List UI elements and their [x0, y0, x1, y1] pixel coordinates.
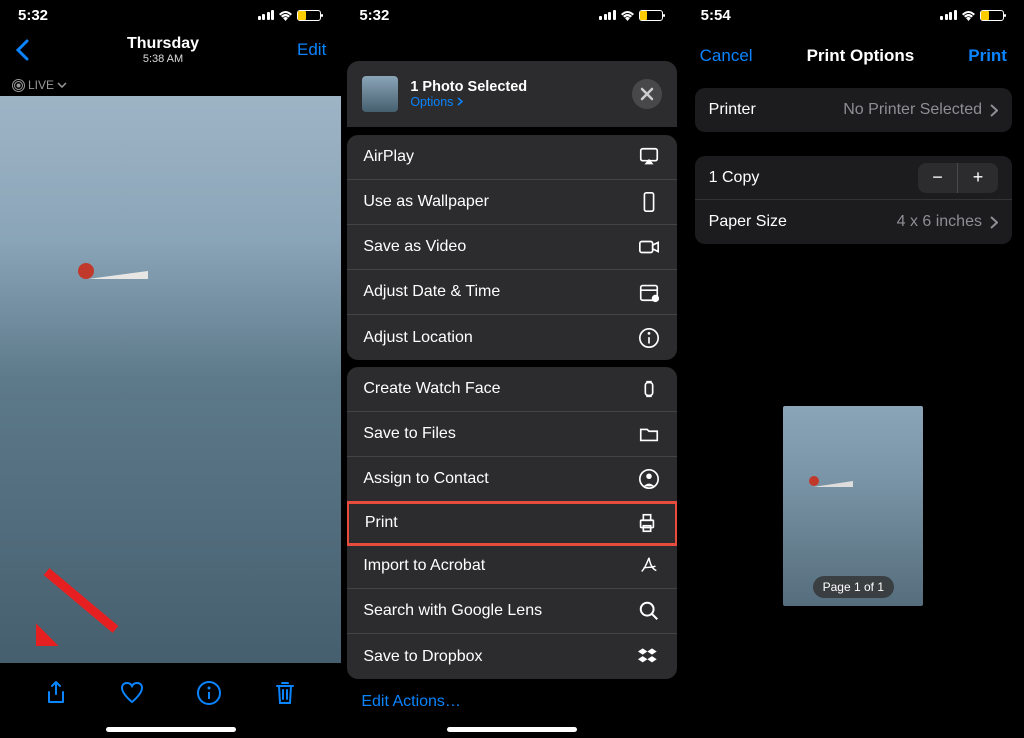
video-icon	[637, 236, 661, 258]
printer-card: Printer No Printer Selected	[695, 88, 1012, 132]
chevron-right-icon	[457, 97, 463, 106]
photos-detail-panel: 5:32 Thursday 5:38 AM Edit LIVE	[0, 0, 341, 738]
nav-bar: Cancel Print Options Print	[683, 32, 1024, 80]
share-actions-group-1: AirPlayUse as WallpaperSave as VideoAdju…	[347, 135, 676, 360]
nav-timestamp: 5:38 AM	[127, 53, 199, 65]
print-icon	[635, 512, 659, 534]
action-row-print[interactable]: Print	[347, 501, 676, 546]
increment-button[interactable]: +	[958, 163, 998, 193]
print-preview[interactable]: Page 1 of 1	[683, 274, 1024, 738]
dropbox-icon	[637, 646, 661, 668]
paper-size-row[interactable]: Paper Size 4 x 6 inches	[695, 200, 1012, 244]
battery-icon	[297, 10, 321, 21]
bottom-toolbar	[0, 663, 341, 723]
print-options-panel: 5:54 Cancel Print Options Print Printer …	[683, 0, 1024, 738]
status-time: 5:54	[701, 7, 731, 24]
edit-actions-link[interactable]: Edit Actions…	[341, 679, 682, 725]
share-title: 1 Photo Selected	[410, 79, 527, 95]
close-button[interactable]	[632, 79, 662, 109]
action-row-import-to-acrobat[interactable]: Import to Acrobat	[347, 544, 676, 589]
airplay-icon	[637, 146, 661, 168]
action-row-airplay[interactable]: AirPlay	[347, 135, 676, 180]
battery-icon	[980, 10, 1004, 21]
action-row-adjust-location[interactable]: Adjust Location	[347, 315, 676, 360]
acrobat-icon	[637, 555, 661, 577]
chevron-right-icon	[990, 104, 998, 117]
chevron-down-icon	[57, 82, 67, 88]
wifi-icon	[961, 10, 976, 21]
home-indicator[interactable]	[106, 727, 236, 732]
contact-icon	[637, 468, 661, 490]
share-icon[interactable]	[43, 680, 69, 706]
cancel-button[interactable]: Cancel	[700, 46, 753, 66]
page-indicator: Page 1 of 1	[813, 576, 894, 598]
live-icon	[12, 79, 25, 92]
action-row-save-to-files[interactable]: Save to Files	[347, 412, 676, 457]
action-row-adjust-date-time[interactable]: Adjust Date & Time	[347, 270, 676, 315]
action-row-use-as-wallpaper[interactable]: Use as Wallpaper	[347, 180, 676, 225]
chevron-right-icon	[990, 216, 998, 229]
close-icon	[640, 87, 654, 101]
battery-icon	[639, 10, 663, 21]
nav-bar: Thursday 5:38 AM Edit	[0, 26, 341, 74]
live-badge[interactable]: LIVE	[0, 74, 341, 96]
action-row-save-to-dropbox[interactable]: Save to Dropbox	[347, 634, 676, 679]
printer-row[interactable]: Printer No Printer Selected	[695, 88, 1012, 132]
phone-icon	[637, 191, 661, 213]
settings-card: 1 Copy − + Paper Size 4 x 6 inches	[695, 156, 1012, 244]
share-actions-group-2: Create Watch FaceSave to FilesAssign to …	[347, 367, 676, 679]
cell-signal-icon	[599, 10, 616, 20]
action-row-assign-to-contact[interactable]: Assign to Contact	[347, 457, 676, 502]
trash-icon[interactable]	[272, 680, 298, 706]
share-options-link[interactable]: Options	[410, 95, 527, 109]
edit-button[interactable]: Edit	[297, 40, 326, 60]
heart-icon[interactable]	[119, 680, 145, 706]
back-button[interactable]	[15, 39, 29, 61]
calendar-icon	[637, 281, 661, 303]
status-time: 5:32	[18, 7, 48, 24]
home-indicator[interactable]	[447, 727, 577, 732]
status-bar: 5:54	[683, 4, 1024, 26]
cell-signal-icon	[940, 10, 957, 20]
status-bar: 5:32	[0, 4, 341, 26]
print-button[interactable]: Print	[968, 46, 1007, 66]
status-bar: 5:32	[341, 4, 682, 26]
wifi-icon	[278, 10, 293, 21]
nav-day: Thursday	[127, 35, 199, 53]
info-icon	[637, 327, 661, 349]
folder-icon	[637, 423, 661, 445]
share-header: 1 Photo Selected Options	[347, 61, 676, 127]
status-time: 5:32	[359, 7, 389, 24]
action-row-create-watch-face[interactable]: Create Watch Face	[347, 367, 676, 412]
copies-stepper: − +	[918, 163, 998, 193]
search-icon	[637, 600, 661, 622]
page-title: Print Options	[807, 46, 915, 66]
info-icon[interactable]	[196, 680, 222, 706]
copies-row: 1 Copy − +	[695, 156, 1012, 200]
watch-icon	[637, 378, 661, 400]
action-row-search-with-google-lens[interactable]: Search with Google Lens	[347, 589, 676, 634]
decrement-button[interactable]: −	[918, 163, 958, 193]
action-row-save-as-video[interactable]: Save as Video	[347, 225, 676, 270]
share-sheet-panel: 5:32 1 Photo Selected Options AirPlayUse…	[341, 0, 682, 738]
photo-thumbnail	[362, 76, 398, 112]
wifi-icon	[620, 10, 635, 21]
cell-signal-icon	[258, 10, 275, 20]
